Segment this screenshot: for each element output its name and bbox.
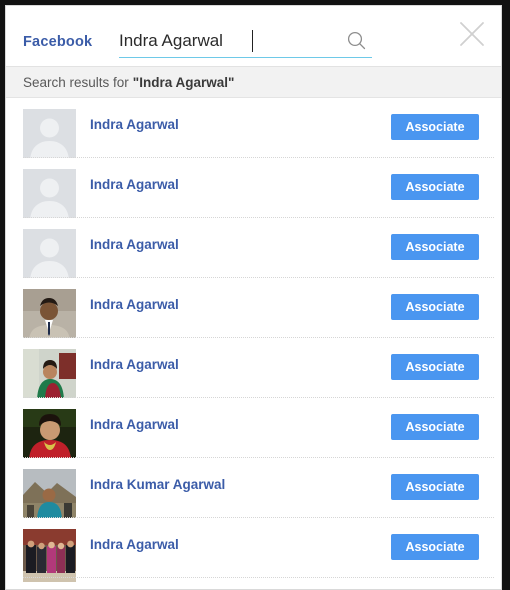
associate-button[interactable]: Associate (391, 234, 479, 260)
text-caret (252, 30, 253, 52)
results-prefix-label: Search results for (23, 74, 129, 90)
avatar (23, 409, 76, 462)
search-results-list: Indra Agarwal Associate Indra Agarwal Assoc… (6, 98, 501, 582)
search-result-row[interactable]: Indra Kumar Agarwal Associate (6, 458, 501, 522)
search-result-row[interactable]: Indra Agarwal Associate (6, 158, 501, 222)
associate-button[interactable]: Associate (391, 534, 479, 560)
search-input[interactable] (119, 26, 329, 55)
result-name-link[interactable]: Indra Agarwal (90, 117, 179, 132)
search-result-row[interactable]: Indra Agarwal Associate (6, 398, 501, 462)
search-field-wrapper (119, 26, 372, 58)
avatar (23, 529, 76, 582)
avatar (23, 169, 76, 222)
result-name-link[interactable]: Indra Agarwal (90, 237, 179, 252)
associate-button[interactable]: Associate (391, 294, 479, 320)
search-result-row[interactable]: Indra Agarwal Associate (6, 218, 501, 282)
associate-button[interactable]: Associate (391, 354, 479, 380)
associate-button[interactable]: Associate (391, 174, 479, 200)
avatar (23, 289, 76, 342)
result-name-link[interactable]: Indra Kumar Agarwal (90, 477, 225, 492)
search-result-row[interactable]: Indra Agarwal Associate (6, 98, 501, 162)
dialog-header: Facebook (6, 6, 501, 67)
result-name-link[interactable]: Indra Agarwal (90, 417, 179, 432)
close-icon[interactable] (457, 19, 487, 49)
avatar (23, 349, 76, 402)
associate-button[interactable]: Associate (391, 474, 479, 500)
result-name-link[interactable]: Indra Agarwal (90, 177, 179, 192)
avatar (23, 469, 76, 522)
search-result-row[interactable]: Indra Agarwal Associate (6, 518, 501, 582)
facebook-search-dialog: Facebook Search results for "Indra Agarw… (5, 5, 502, 590)
associate-button[interactable]: Associate (391, 114, 479, 140)
search-results-banner: Search results for "Indra Agarwal" (6, 67, 501, 98)
provider-label: Facebook (23, 34, 93, 50)
results-query-label: "Indra Agarwal" (132, 74, 235, 90)
associate-button[interactable]: Associate (391, 414, 479, 440)
result-name-link[interactable]: Indra Agarwal (90, 537, 179, 552)
avatar (23, 229, 76, 282)
result-name-link[interactable]: Indra Agarwal (90, 297, 179, 312)
search-icon[interactable] (346, 30, 368, 52)
avatar (23, 109, 76, 162)
result-name-link[interactable]: Indra Agarwal (90, 357, 179, 372)
search-result-row[interactable]: Indra Agarwal Associate (6, 338, 501, 402)
search-result-row[interactable]: Indra Agarwal Associate (6, 278, 501, 342)
